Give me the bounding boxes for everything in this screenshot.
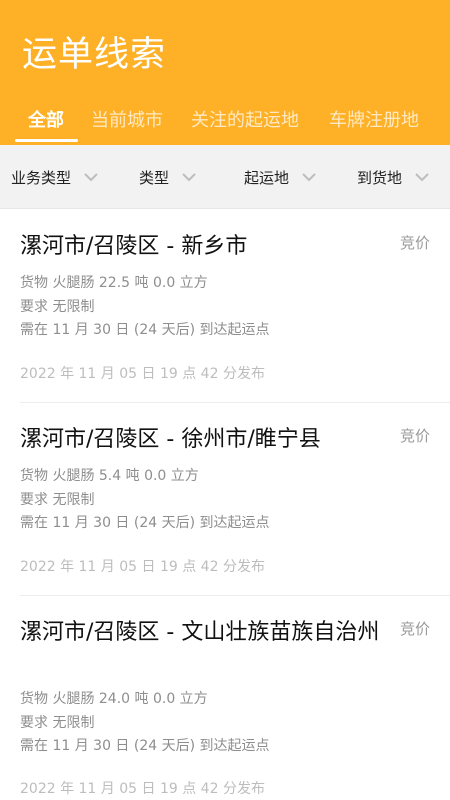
tab-active-indicator <box>15 139 78 142</box>
tab-plate-region[interactable]: 车牌注册地 <box>329 106 419 132</box>
filter-bar: 业务类型 类型 起运地 到货地 <box>0 145 450 209</box>
order-price-type: 竞价 <box>399 620 430 638</box>
filter-business-type[interactable]: 业务类型 <box>11 145 99 209</box>
chevron-down-icon <box>415 173 429 182</box>
filter-label: 起运地 <box>244 168 290 187</box>
order-cargo: 货物 火腿肠 5.4 吨 0.0 立方 <box>20 468 199 484</box>
order-price-type: 竞价 <box>399 234 430 252</box>
filter-label: 到货地 <box>357 168 403 187</box>
tab-bar: 全部 当前城市 关注的起运地 车牌注册地 <box>0 98 450 145</box>
order-route: 漯河市/召陵区 - 新乡市 <box>20 234 248 259</box>
filter-label: 类型 <box>139 168 170 187</box>
order-published-time: 2022 年 11 月 05 日 19 点 42 分发布 <box>20 366 265 382</box>
app-header: 运单线索 全部 当前城市 关注的起运地 车牌注册地 <box>0 0 450 145</box>
order-card[interactable]: 漯河市/召陵区 - 徐州市/睢宁县 竞价 货物 火腿肠 5.4 吨 0.0 立方… <box>0 403 450 596</box>
order-price-type: 竞价 <box>399 427 430 445</box>
order-route: 漯河市/召陵区 - 文山壮族苗族自治州 <box>20 620 380 645</box>
chevron-down-icon <box>84 173 98 182</box>
filter-origin[interactable]: 起运地 <box>244 145 317 209</box>
order-cargo: 货物 火腿肠 24.0 吨 0.0 立方 <box>20 691 208 707</box>
page-title: 运单线索 <box>22 35 167 75</box>
tab-all[interactable]: 全部 <box>28 106 64 132</box>
order-cargo: 货物 火腿肠 22.5 吨 0.0 立方 <box>20 275 208 291</box>
order-card[interactable]: 漯河市/召陵区 - 新乡市 竞价 货物 火腿肠 22.5 吨 0.0 立方 要求… <box>0 210 450 403</box>
order-requirement: 要求 无限制 <box>20 715 95 731</box>
filter-destination[interactable]: 到货地 <box>357 145 430 209</box>
order-published-time: 2022 年 11 月 05 日 19 点 42 分发布 <box>20 781 265 797</box>
chevron-down-icon <box>302 173 316 182</box>
order-requirement: 要求 无限制 <box>20 299 95 315</box>
order-card[interactable]: 漯河市/召陵区 - 文山壮族苗族自治州 竞价 货物 火腿肠 24.0 吨 0.0… <box>0 596 450 800</box>
order-requirement: 要求 无限制 <box>20 492 95 508</box>
filter-type[interactable]: 类型 <box>139 145 197 209</box>
order-route: 漯河市/召陵区 - 徐州市/睢宁县 <box>20 427 321 452</box>
filter-label: 业务类型 <box>11 168 72 187</box>
order-deadline: 需在 11 月 30 日 (24 天后) 到达起运点 <box>20 322 270 338</box>
chevron-down-icon <box>182 173 196 182</box>
order-deadline: 需在 11 月 30 日 (24 天后) 到达起运点 <box>20 515 270 531</box>
order-deadline: 需在 11 月 30 日 (24 天后) 到达起运点 <box>20 738 270 754</box>
tab-current-city[interactable]: 当前城市 <box>91 106 163 132</box>
order-published-time: 2022 年 11 月 05 日 19 点 42 分发布 <box>20 559 265 575</box>
tab-followed-origins[interactable]: 关注的起运地 <box>191 106 299 132</box>
